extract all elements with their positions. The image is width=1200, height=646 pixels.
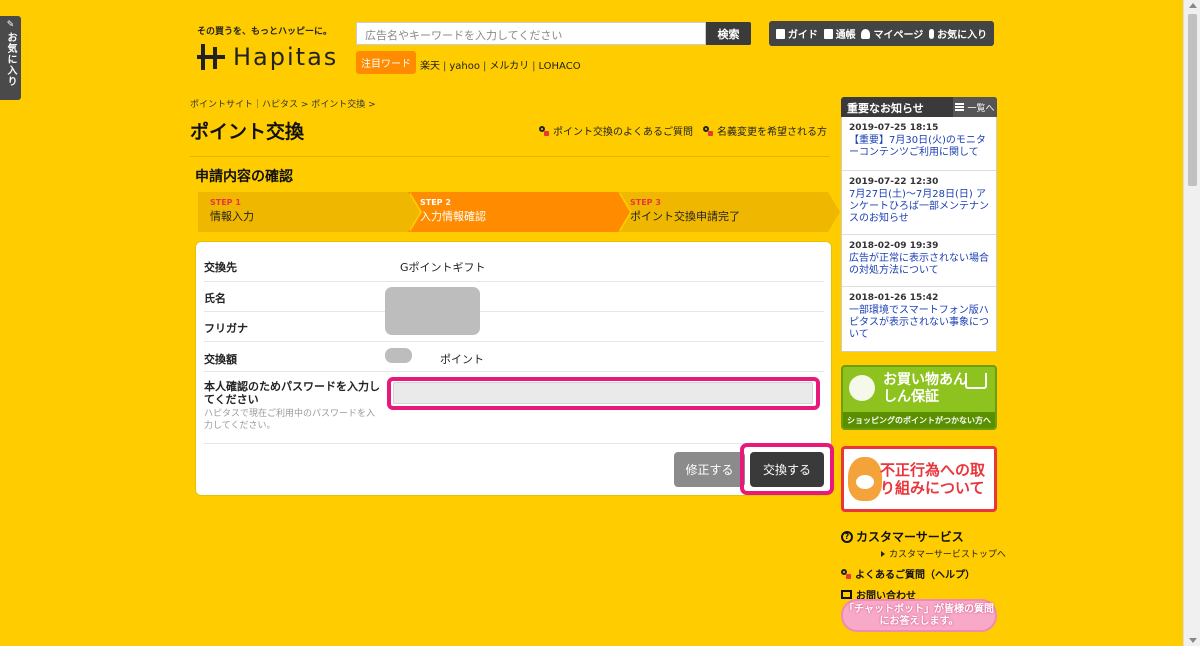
hot-link-yahoo[interactable]: yahoo: [449, 61, 480, 72]
customer-service: ? カスタマーサービス カスタマーサービストップへ よくあるご質問（ヘルプ） お問…: [841, 528, 1006, 602]
notice-list-link[interactable]: 一覧へ: [953, 97, 997, 117]
step-arrow-icon: [618, 192, 630, 232]
favorites-side-tab-label: お気に入り: [5, 32, 16, 87]
amount-unit: ポイント: [440, 353, 484, 366]
scrollbar-thumb[interactable]: [1188, 14, 1197, 186]
list-icon: [955, 103, 965, 111]
password-note: ハピタスで現在ご利用中のパスワードを入力してください。: [204, 409, 376, 431]
form-row-furigana: フリガナ: [204, 312, 824, 342]
logo-tagline: その買うを、もっとハッピーに。: [197, 27, 333, 37]
mail-icon: [841, 590, 852, 599]
faq-exchange-link[interactable]: ポイント交換のよくあるご質問: [539, 123, 693, 138]
page-title: ポイント交換: [190, 121, 305, 143]
nav-passbook[interactable]: 通帳: [823, 26, 856, 41]
shopping-guarantee-banner[interactable]: お買い物あんしん保証 ショッピングのポイントがつかない方へ: [841, 365, 997, 430]
search-button[interactable]: 検索: [706, 22, 751, 45]
hot-words-links: 楽天 | yahoo | メルカリ | LOHACO: [420, 61, 581, 72]
breadcrumb[interactable]: ポイントサイト｜ハピタス > ポイント交換 >: [190, 97, 376, 110]
clip-icon: ✎: [6, 20, 15, 30]
form-row-exchange-to: 交換先 Gポイントギフト: [204, 252, 824, 282]
form-row-name: 氏名: [204, 282, 824, 312]
faq-help-link[interactable]: よくあるご質問（ヘルプ）: [841, 566, 1001, 581]
anti-fraud-title: 不正行為への取り組みについて: [880, 461, 986, 497]
hapitas-logo-icon: [197, 44, 227, 70]
passbook-icon: [823, 28, 833, 39]
nav-favorites[interactable]: お気に入り: [929, 26, 987, 41]
form-row-amount: 交換額 ポイント: [204, 342, 824, 372]
step-2: STEP 2 入力情報確認: [408, 192, 632, 232]
anti-fraud-banner[interactable]: 不正行為への取り組みについて: [841, 446, 997, 512]
redacted-name: [385, 287, 480, 335]
title-divider: [190, 156, 830, 157]
notice-item[interactable]: 2018-02-09 19:39 広告が正常に表示されない場合の対処方法について: [842, 235, 996, 287]
hot-link-rakuten[interactable]: 楽天: [420, 61, 440, 72]
redacted-points: [385, 348, 412, 363]
chatbot-button[interactable]: 「チャットボット」が皆様の質問にお答えします。: [841, 599, 997, 632]
hot-link-mercari[interactable]: メルカリ: [489, 61, 529, 72]
question-icon: ?: [841, 530, 853, 543]
shopping-guarantee-subtitle: ショッピングのポイントがつかない方へ: [843, 412, 995, 428]
dog-mascot-icon: [848, 457, 882, 501]
exchange-button[interactable]: 交換する: [750, 452, 824, 487]
key-icon: [703, 125, 713, 136]
clover-icon: [849, 375, 875, 401]
step-arrow-icon: [408, 192, 420, 232]
page-scrollbar[interactable]: [1183, 0, 1200, 646]
password-input[interactable]: [393, 382, 813, 404]
step-indicator: STEP 1 情報入力 STEP 2 入力情報確認 STEP 3 ポイント交換申…: [198, 192, 842, 232]
step-arrow-icon: [828, 192, 840, 232]
logo-text: Hapitas: [233, 43, 339, 71]
top-nav: ガイド 通帳 マイページ お気に入り: [769, 21, 994, 46]
name-change-link[interactable]: 名義変更を希望される方: [703, 123, 827, 138]
edit-button[interactable]: 修正する: [674, 452, 745, 487]
nav-mypage[interactable]: マイページ: [861, 26, 923, 41]
site-logo[interactable]: その買うを、もっとハッピーに。 Hapitas: [197, 24, 352, 71]
search-input[interactable]: 広告名やキーワードを入力してください: [356, 22, 706, 45]
customer-service-title[interactable]: ? カスタマーサービス: [841, 528, 1001, 545]
clip-icon: [929, 28, 935, 39]
notice-item[interactable]: 2019-07-22 12:30 7月27日(土)〜7月28日(日) アンケート…: [842, 171, 996, 235]
triangle-right-icon: [881, 551, 885, 557]
notice-item[interactable]: 2019-07-25 18:15 【重要】7月30日(火)のモニターコンテンツご…: [842, 117, 996, 171]
notice-list: 2019-07-25 18:15 【重要】7月30日(火)のモニターコンテンツご…: [841, 117, 997, 352]
nav-guide[interactable]: ガイド: [775, 26, 818, 41]
cart-icon: [965, 373, 987, 389]
scroll-up-icon[interactable]: [1189, 3, 1197, 8]
scroll-down-icon[interactable]: [1189, 638, 1197, 643]
notice-title: 重要なお知らせ: [847, 102, 924, 115]
customer-service-top-link[interactable]: カスタマーサービストップへ: [881, 547, 1006, 560]
notice-header: 重要なお知らせ 一覧へ: [841, 97, 997, 117]
step-3: STEP 3 ポイント交換申請完了: [618, 192, 842, 232]
book-icon: [775, 28, 785, 39]
help-links: ポイント交換のよくあるご質問 名義変更を希望される方: [539, 123, 827, 138]
hot-words-label: 注目ワード: [356, 51, 416, 74]
key-icon: [539, 125, 549, 136]
exchange-to-value: Gポイントギフト: [400, 261, 486, 274]
person-icon: [861, 28, 871, 39]
notice-item[interactable]: 2018-01-26 15:42 一部環境でスマートフォン版ハピタスが表示されな…: [842, 287, 996, 351]
section-title: 申請内容の確認: [195, 169, 293, 185]
hot-link-lohaco[interactable]: LOHACO: [538, 61, 580, 72]
favorites-side-tab[interactable]: ✎ お気に入り: [0, 16, 21, 100]
step-1: STEP 1 情報入力: [198, 192, 422, 232]
key-icon: [841, 568, 851, 579]
shopping-guarantee-title: お買い物あんしん保証: [883, 372, 967, 405]
